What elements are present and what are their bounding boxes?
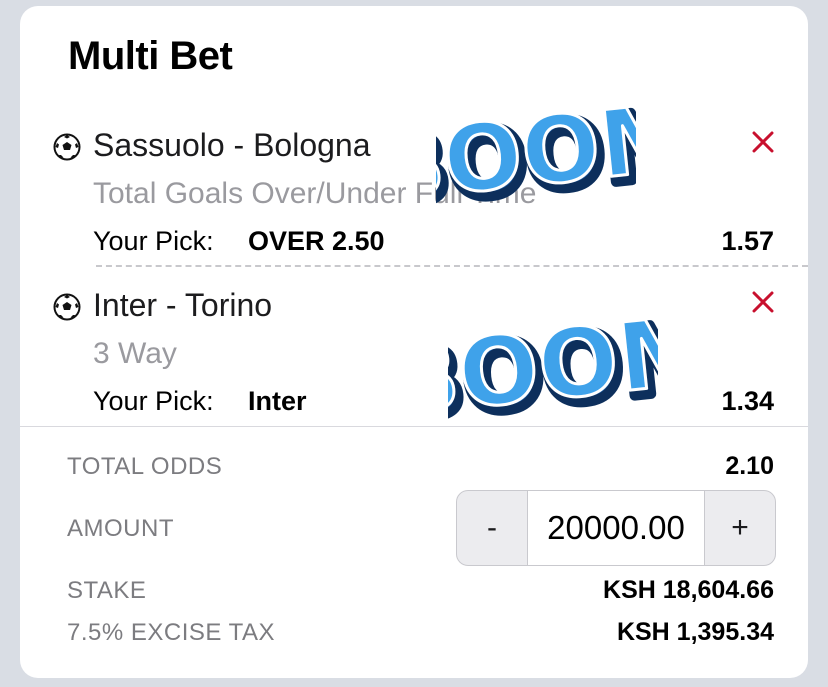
market-name: 3 Way bbox=[93, 337, 177, 370]
close-icon[interactable] bbox=[748, 287, 778, 317]
bet-odds: 1.34 bbox=[721, 386, 774, 416]
bet-odds: 1.57 bbox=[721, 226, 774, 256]
betslip-title: Multi Bet bbox=[68, 34, 233, 78]
excise-tax-value: KSH 1,395.34 bbox=[616, 618, 774, 646]
amount-input[interactable] bbox=[528, 491, 704, 565]
boom-sticker: BOOM BOOM bbox=[448, 294, 658, 432]
boom-sticker: BOOM BOOM bbox=[436, 82, 636, 218]
total-odds-value: 2.10 bbox=[725, 452, 774, 480]
amount-label: AMOUNT bbox=[67, 515, 174, 542]
summary-divider bbox=[20, 426, 808, 427]
match-name: Inter - Torino bbox=[93, 287, 273, 323]
pick-value: OVER 2.50 bbox=[248, 226, 385, 256]
pick-value: Inter bbox=[248, 386, 307, 416]
soccer-ball-icon bbox=[53, 133, 81, 161]
decrease-amount-button[interactable]: - bbox=[457, 491, 528, 565]
boom-sticker-text: BOOM bbox=[436, 83, 636, 218]
excise-tax-label: 7.5% EXCISE TAX bbox=[67, 619, 276, 646]
betslip-card: Multi Bet Sassuolo - Bologna Total Goals… bbox=[20, 6, 808, 678]
increase-amount-button[interactable]: + bbox=[704, 491, 775, 565]
stake-value: KSH 18,604.66 bbox=[603, 576, 774, 604]
soccer-ball-icon bbox=[53, 293, 81, 321]
pick-label: Your Pick: bbox=[93, 226, 214, 256]
stake-label: STAKE bbox=[67, 577, 147, 604]
match-name: Sassuolo - Bologna bbox=[93, 127, 371, 163]
amount-stepper: - + bbox=[456, 490, 776, 566]
close-icon[interactable] bbox=[748, 127, 778, 157]
pick-label: Your Pick: bbox=[93, 386, 214, 416]
bet-separator bbox=[96, 265, 808, 267]
boom-sticker-text: BOOM bbox=[448, 296, 658, 432]
total-odds-label: TOTAL ODDS bbox=[67, 453, 223, 480]
